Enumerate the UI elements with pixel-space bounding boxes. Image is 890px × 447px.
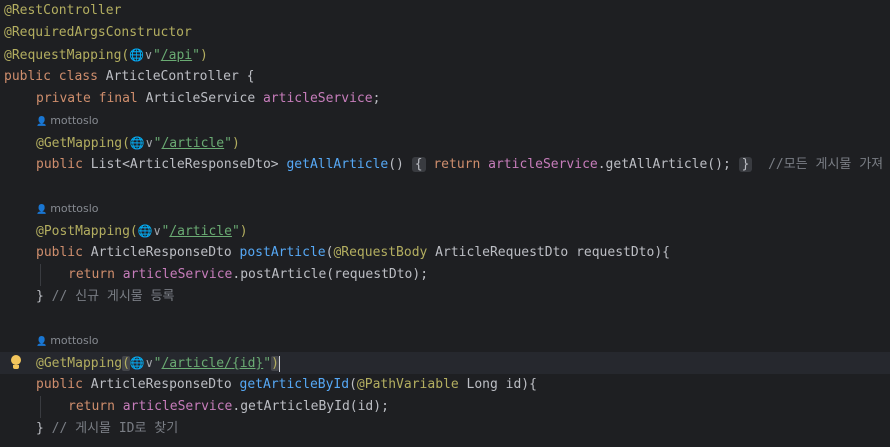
indent-guide — [40, 396, 41, 418]
semicolon: ; — [372, 91, 381, 106]
code-line[interactable]: public ArticleResponseDto postArticle(@R… — [0, 242, 890, 264]
author-hint[interactable]: 👤 mottoslo — [36, 110, 99, 132]
author-hint[interactable]: 👤 mottoslo — [36, 198, 99, 220]
url-link-api[interactable]: /api — [161, 48, 192, 63]
code-line[interactable]: @RequiredArgsConstructor — [0, 22, 890, 44]
field-name: articleService — [262, 91, 373, 106]
keyword: private final — [36, 91, 146, 106]
code-line[interactable]: @RequestMapping(🌐∨"/api") — [0, 44, 890, 66]
method-name: getArticleById — [239, 377, 350, 392]
code-line[interactable]: @PostMapping(🌐∨"/article") — [0, 220, 890, 242]
annotation-get-mapping: @GetMapping — [36, 356, 123, 371]
globe-icon[interactable]: 🌐∨ — [138, 220, 162, 242]
code-line[interactable]: return articleService.getArticleById(id)… — [0, 396, 890, 418]
url-link-article[interactable]: /article — [169, 224, 232, 239]
comment: // 신규 게시물 등록 — [51, 289, 175, 304]
text-caret — [278, 355, 280, 372]
author-name: mottoslo — [50, 334, 99, 347]
code-line[interactable]: public ArticleResponseDto getArticleById… — [0, 374, 890, 396]
parens: () — [388, 157, 404, 172]
author-name: mottoslo — [50, 114, 99, 127]
comment: // 게시물 ID로 찾기 — [51, 421, 179, 436]
globe-icon[interactable]: 🌐∨ — [130, 132, 154, 154]
method-name: postArticle — [239, 245, 326, 260]
code-line[interactable]: private final ArticleService articleServ… — [0, 88, 890, 110]
method-name: getAllArticle — [286, 157, 389, 172]
field-name: articleService — [122, 267, 233, 282]
keyword: return — [68, 267, 123, 282]
type-name: ArticleResponseDto — [90, 377, 240, 392]
author-hint[interactable]: 👤 mottoslo — [36, 330, 99, 352]
close-brace: } — [36, 289, 52, 304]
author-name: mottoslo — [50, 202, 99, 215]
field-name: articleService — [122, 399, 233, 414]
annotation-path-variable: @PathVariable — [356, 377, 459, 392]
code-line[interactable]: } // 신규 게시물 등록 — [0, 286, 890, 308]
field-name: articleService — [488, 157, 598, 172]
path-variable-id[interactable]: {id} — [232, 356, 263, 371]
indent-guide — [40, 264, 41, 286]
string-quote: " — [192, 48, 200, 63]
annotation-post-mapping: @PostMapping( — [36, 224, 138, 239]
comment: //모든 게시물 가져 — [752, 157, 884, 172]
close-brace: } — [36, 421, 52, 436]
code-vision-line: 👤 mottoslo — [0, 110, 890, 132]
annotation-rest-controller: @RestController — [4, 3, 122, 18]
keyword: return — [433, 157, 489, 172]
keyword: return — [68, 399, 123, 414]
keyword: public — [36, 245, 91, 260]
matched-paren: ( — [122, 356, 130, 371]
fold-open-brace[interactable]: { — [411, 157, 426, 172]
code-line[interactable]: @GetMapping(🌐∨"/article") — [0, 132, 890, 154]
url-link-article-id[interactable]: /article/ — [161, 356, 231, 371]
paren: ) — [199, 48, 208, 63]
string-quote: " — [231, 224, 240, 239]
globe-icon[interactable]: 🌐∨ — [129, 44, 153, 66]
fold-close-brace[interactable]: } — [738, 157, 753, 172]
type-name: List<ArticleResponseDto> — [90, 157, 287, 172]
string-quote: " — [224, 136, 232, 151]
code-line[interactable]: } // 게시물 ID로 찾기 — [0, 418, 890, 440]
code-line[interactable]: public List<ArticleResponseDto> getAllAr… — [0, 154, 890, 176]
person-icon: 👤 — [36, 205, 48, 215]
person-icon: 👤 — [36, 117, 48, 127]
matched-paren: ) — [271, 356, 279, 371]
person-icon: 👤 — [36, 337, 48, 347]
code-line[interactable]: public class ArticleController { — [0, 66, 890, 88]
method-call: .getArticleById(id); — [232, 399, 389, 414]
url-link-article[interactable]: /article — [161, 136, 224, 151]
type-name: ArticleResponseDto — [90, 245, 240, 260]
code-line[interactable]: @RestController — [0, 0, 890, 22]
annotation-request-body: @RequestBody — [333, 245, 428, 260]
annotation-request-mapping: @RequestMapping( — [4, 48, 130, 63]
string-quote: " — [152, 48, 161, 63]
method-call: .getAllArticle(); — [597, 157, 731, 172]
code-line[interactable]: return articleService.postArticle(reques… — [0, 264, 890, 286]
keyword: public — [36, 157, 91, 172]
current-code-line[interactable]: @GetMapping(🌐∨"/article/{id}") — [0, 352, 890, 374]
type-name: ArticleService — [145, 91, 263, 106]
paren: ) — [239, 224, 248, 239]
lightbulb-icon[interactable] — [11, 355, 21, 371]
paren: ( — [349, 377, 357, 392]
annotation-get-mapping: @GetMapping( — [36, 136, 130, 151]
class-name: ArticleController { — [105, 69, 255, 84]
globe-icon[interactable]: 🌐∨ — [130, 352, 154, 374]
parameters: Long id){ — [458, 377, 537, 392]
method-call: .postArticle(requestDto); — [232, 267, 429, 282]
code-editor[interactable]: @RestController @RequiredArgsConstructor… — [0, 0, 890, 447]
annotation-required-args: @RequiredArgsConstructor — [4, 25, 192, 40]
paren: ) — [231, 136, 240, 151]
keyword: public — [36, 377, 91, 392]
string-quote: " — [263, 356, 272, 371]
parameters: ArticleRequestDto requestDto){ — [427, 245, 670, 260]
code-vision-line: 👤 mottoslo — [0, 330, 890, 352]
keyword: public class — [4, 69, 106, 84]
code-vision-line: 👤 mottoslo — [0, 198, 890, 220]
